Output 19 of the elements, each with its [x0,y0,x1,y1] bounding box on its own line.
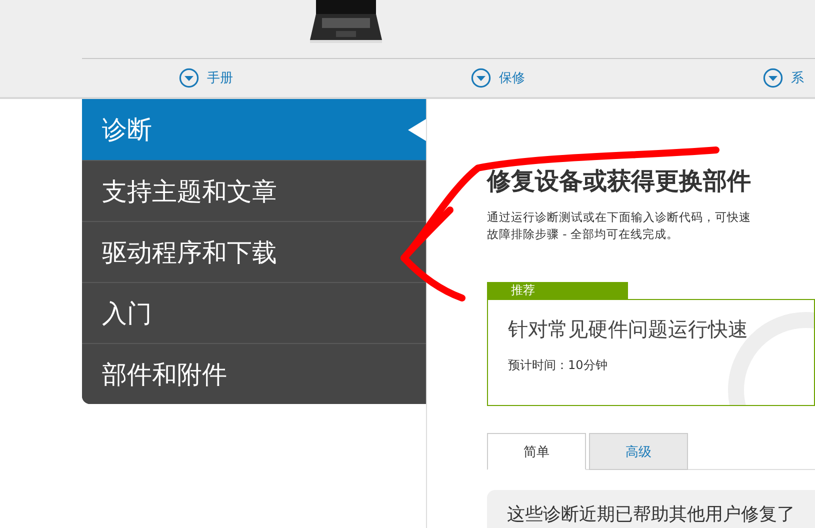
dropdown-circle-icon [471,68,491,88]
description-text: 故障排除步骤 - 全部均可在线完成。 [487,226,680,243]
dropdown-circle-icon [763,68,783,88]
nav-link[interactable]: 保修 [471,68,763,88]
card-title: 针对常见硬件问题运行快速 [508,316,749,343]
mode-tab[interactable]: 简单 [487,433,586,470]
info-panel: 这些诊断近期已帮助其他用户修复了 [487,490,815,528]
sidebar-item[interactable]: 部件和附件 [82,343,426,404]
nav-link[interactable]: 系 [763,68,815,88]
recommendation-card[interactable]: 针对常见硬件问题运行快速 预计时间：10分钟 [487,299,815,406]
mode-tab[interactable]: 高级 [589,433,688,470]
description-text: 通过运行诊断测试或在下面输入诊断代码，可快速 [487,209,752,226]
page-title: 修复设备或获得更换部件 [487,166,752,197]
sidebar-item[interactable]: 诊断 [82,99,426,160]
estimated-time: 预计时间：10分钟 [508,357,608,374]
dropdown-circle-icon [179,68,199,88]
recommended-badge: 推荐 [487,282,628,299]
nav-link[interactable]: 手册 [179,68,471,88]
pointer-notch-icon [408,119,426,141]
